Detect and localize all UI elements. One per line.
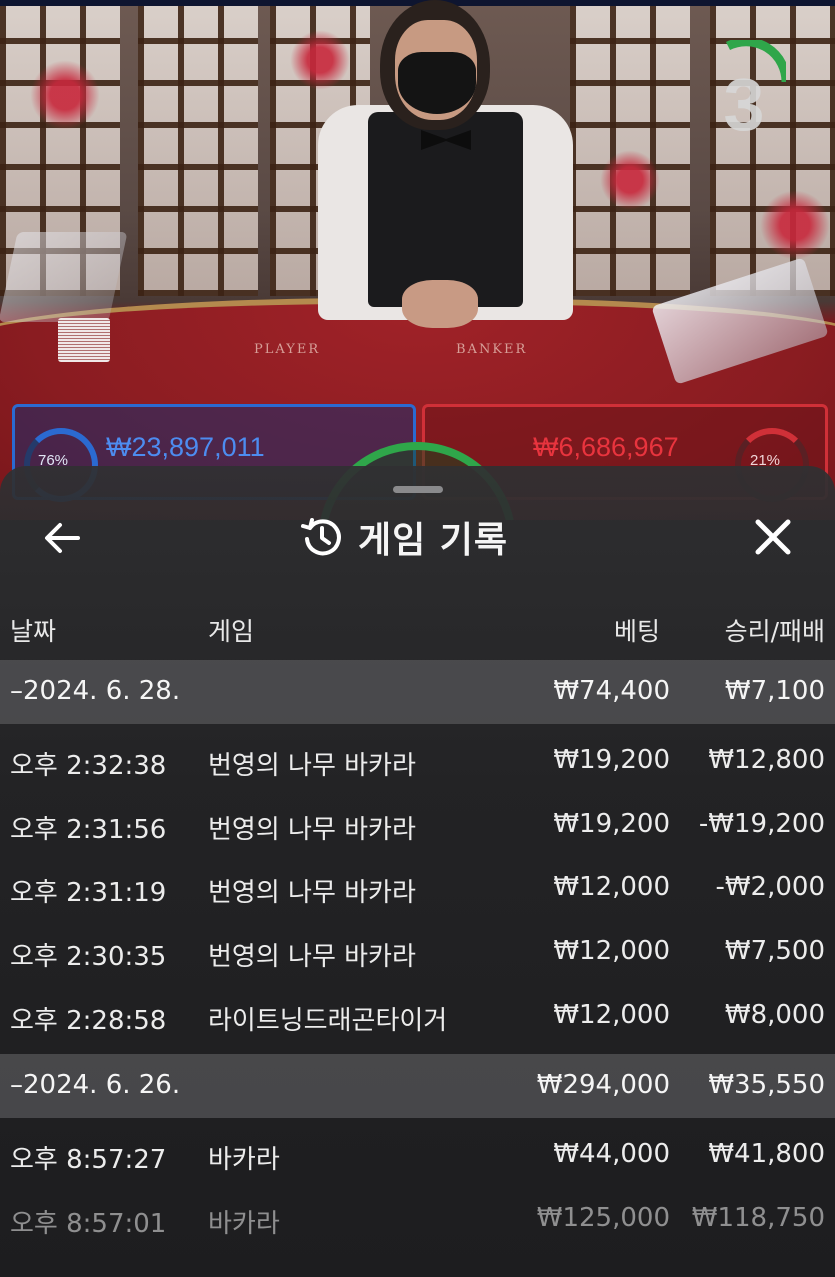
row-game: 번영의 나무 바카라 <box>208 815 416 845</box>
dealer-hands <box>402 280 478 328</box>
decor-screen-panel <box>138 6 258 296</box>
row-time: 오후 2:32:38 <box>10 751 167 781</box>
row-game: 번영의 나무 바카라 <box>208 942 416 972</box>
arrow-left-icon <box>45 523 80 553</box>
column-header-winloss: 승리/패배 <box>724 617 825 646</box>
history-row[interactable]: 오후 2:31:19 번영의 나무 바카라 ₩12,000 -₩2,000 <box>0 856 835 920</box>
row-winloss: ₩7,500 <box>724 936 825 966</box>
row-time: 오후 8:57:01 <box>10 1209 167 1239</box>
row-bet: ₩44,000 <box>553 1139 670 1169</box>
row-winloss: -₩19,200 <box>698 809 825 839</box>
group-date: –2024. 6. 28. <box>10 676 181 706</box>
row-winloss: -₩2,000 <box>715 872 825 902</box>
history-row[interactable]: 오후 2:31:56 번영의 나무 바카라 ₩19,200 -₩19,200 <box>0 793 835 857</box>
history-row-partial <box>0 1252 835 1277</box>
countdown-number: 3 <box>723 63 765 146</box>
history-row[interactable]: 오후 2:28:58 라이트닝드래곤타이거 ₩12,000 ₩8,000 <box>0 984 835 1048</box>
row-game: 번영의 나무 바카라 <box>208 751 416 781</box>
player-total-amount: ₩23,897,011 <box>106 432 265 462</box>
row-winloss: ₩118,750 <box>691 1203 825 1233</box>
history-row[interactable]: 오후 8:57:27 바카라 ₩44,000 ₩41,800 <box>0 1123 835 1187</box>
close-button[interactable] <box>750 514 796 560</box>
sheet-header: 게임 기록 <box>300 510 508 564</box>
table-label-banker: BANKER <box>456 342 528 357</box>
row-winloss: ₩12,800 <box>708 745 825 775</box>
table-label-player: PLAYER <box>254 342 321 357</box>
history-row[interactable]: 오후 2:30:35 번영의 나무 바카라 ₩12,000 ₩7,500 <box>0 920 835 984</box>
blossom-decor <box>30 60 100 130</box>
row-bet: ₩125,000 <box>536 1203 670 1233</box>
blossom-decor <box>600 150 660 210</box>
card-stack <box>58 318 110 362</box>
history-row[interactable]: 오후 8:57:01 바카라 ₩125,000 ₩118,750 <box>0 1187 835 1251</box>
row-winloss: ₩8,000 <box>724 1000 825 1030</box>
row-bet: ₩19,200 <box>553 745 670 775</box>
column-header-date: 날짜 <box>10 617 57 646</box>
row-time: 오후 2:28:58 <box>10 1006 167 1036</box>
back-button[interactable] <box>40 516 84 560</box>
blossom-decor <box>290 30 350 90</box>
banker-total-amount: ₩6,686,967 <box>533 432 679 462</box>
sheet-drag-handle[interactable] <box>393 486 443 493</box>
group-bet-total: ₩74,400 <box>553 676 670 706</box>
group-winloss-total: ₩35,550 <box>708 1070 825 1100</box>
row-game: 바카라 <box>208 1209 280 1239</box>
row-bet: ₩12,000 <box>553 872 670 902</box>
row-game: 번영의 나무 바카라 <box>208 878 416 908</box>
row-time: 오후 2:31:19 <box>10 878 167 908</box>
date-group-header[interactable]: –2024. 6. 26. ₩294,000 ₩35,550 <box>0 1054 835 1118</box>
live-video-stream: PLAYER BANKER 3 76% ₩23,897,011 21% ₩6,6… <box>0 0 835 520</box>
close-icon <box>755 519 791 555</box>
group-bet-total: ₩294,000 <box>536 1070 670 1100</box>
column-header-game: 게임 <box>208 617 255 646</box>
blossom-decor <box>760 190 830 260</box>
row-bet: ₩19,200 <box>553 809 670 839</box>
row-time: 오후 2:31:56 <box>10 815 167 845</box>
row-bet: ₩12,000 <box>553 1000 670 1030</box>
group-date: –2024. 6. 26. <box>10 1070 181 1100</box>
row-game: 바카라 <box>208 1145 280 1175</box>
sheet-title: 게임 기록 <box>358 520 509 561</box>
row-game: 라이트닝드래곤타이거 <box>208 1006 448 1036</box>
row-time: 오후 8:57:27 <box>10 1145 167 1175</box>
discard-tray <box>0 232 128 322</box>
group-winloss-total: ₩7,100 <box>724 676 825 706</box>
column-header-bet: 베팅 <box>613 617 660 646</box>
dealer-vest <box>368 112 523 307</box>
date-group-header[interactable]: –2024. 6. 28. ₩74,400 ₩7,100 <box>0 660 835 724</box>
history-icon <box>301 518 341 556</box>
history-row[interactable]: 오후 2:32:38 번영의 나무 바카라 ₩19,200 ₩12,800 <box>0 729 835 793</box>
row-bet: ₩12,000 <box>553 936 670 966</box>
history-table-header: 날짜 게임 베팅 승리/패배 <box>0 600 835 656</box>
countdown-timer: 3 <box>702 40 786 150</box>
row-winloss: ₩41,800 <box>708 1139 825 1169</box>
row-time: 오후 2:30:35 <box>10 942 167 972</box>
dealer-mask <box>398 52 476 114</box>
